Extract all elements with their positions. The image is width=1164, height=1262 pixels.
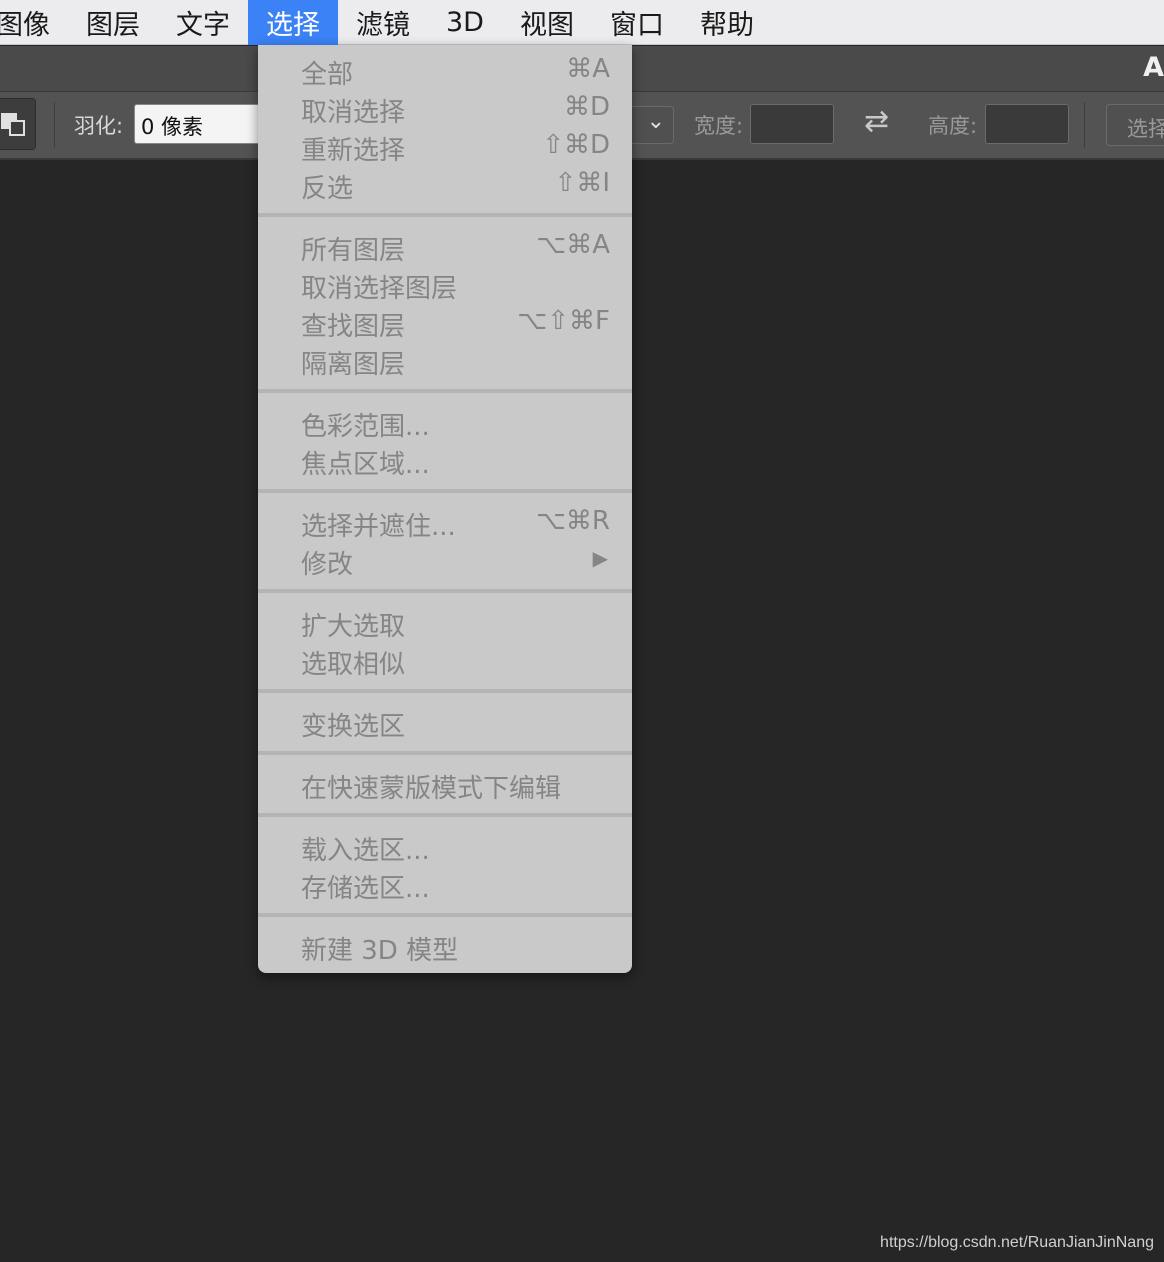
menu-item-grow[interactable]: 扩大选取 — [258, 602, 632, 642]
menu-item-label: 隔离图层 — [301, 350, 406, 380]
menu-item-label: 变换选区 — [301, 712, 406, 742]
menu-filter[interactable]: 滤镜 — [338, 0, 428, 45]
menu-separator — [258, 751, 632, 755]
selection-square-front — [9, 120, 25, 136]
width-label: 宽度: — [694, 114, 744, 138]
menu-separator — [258, 389, 632, 393]
menu-item-deselect-layers[interactable]: 取消选择图层 — [258, 264, 632, 304]
menu-separator — [258, 813, 632, 817]
menu-select[interactable]: 选择 — [248, 0, 338, 45]
app-title: A — [1143, 52, 1164, 83]
menu-item-all-layers[interactable]: 所有图层 ⌥⌘A — [258, 226, 632, 266]
menu-help[interactable]: 帮助 — [682, 0, 772, 45]
menu-item-label: 全部 — [301, 60, 354, 90]
selection-mode-icon[interactable] — [0, 98, 36, 150]
menu-item-label: 存储选区... — [301, 874, 430, 904]
menu-item-label: 色彩范围... — [301, 412, 430, 442]
menu-window[interactable]: 窗口 — [592, 0, 682, 45]
menu-item-modify[interactable]: 修改 ▶ — [258, 540, 632, 580]
menu-item-label: 选取相似 — [301, 650, 406, 680]
menu-item-save-selection[interactable]: 存储选区... — [258, 864, 632, 904]
menu-item-quick-mask[interactable]: 在快速蒙版模式下编辑 — [258, 764, 632, 804]
menu-item-inverse[interactable]: 反选 ⇧⌘I — [258, 164, 632, 204]
menu-item-load-selection[interactable]: 载入选区... — [258, 826, 632, 866]
menu-separator — [258, 589, 632, 593]
menu-item-reselect[interactable]: 重新选择 ⇧⌘D — [258, 126, 632, 166]
menu-item-label: 反选 — [301, 174, 354, 204]
watermark-url: https://blog.csdn.net/RuanJianJinNang — [880, 1234, 1154, 1251]
menu-item-select-and-mask[interactable]: 选择并遮住... ⌥⌘R — [258, 502, 632, 542]
swap-arrows-icon[interactable]: ⇄ — [864, 104, 889, 139]
menu-type[interactable]: 文字 — [158, 0, 248, 45]
chevron-down-icon: ⌄ — [646, 109, 665, 134]
menu-view[interactable]: 视图 — [502, 0, 592, 45]
menu-layer[interactable]: 图层 — [68, 0, 158, 45]
menu-item-color-range[interactable]: 色彩范围... — [258, 402, 632, 442]
menu-item-similar[interactable]: 选取相似 — [258, 640, 632, 680]
menu-item-shortcut: ⌘D — [563, 92, 610, 122]
menu-item-label: 取消选择 — [301, 98, 406, 128]
menu-item-shortcut: ⇧⌘D — [542, 130, 610, 160]
menu-item-shortcut: ⌥⌘R — [535, 506, 610, 536]
menu-item-shortcut: ⌥⇧⌘F — [517, 306, 610, 336]
menu-item-shortcut: ⇧⌘I — [554, 168, 610, 198]
feather-label: 羽化: — [74, 114, 124, 138]
menu-item-find-layers[interactable]: 查找图层 ⌥⇧⌘F — [258, 302, 632, 342]
height-label: 高度: — [928, 114, 978, 138]
submenu-arrow-icon: ▶ — [592, 546, 608, 570]
menu-item-shortcut: ⌘A — [566, 54, 610, 84]
feather-input[interactable]: 0 像素 — [134, 104, 274, 144]
menu-3d[interactable]: 3D — [428, 0, 502, 45]
menu-item-label: 取消选择图层 — [301, 274, 458, 304]
menu-bar: 图像 图层 文字 选择 滤镜 3D 视图 窗口 帮助 — [0, 0, 1164, 45]
menu-separator — [258, 213, 632, 217]
height-input[interactable] — [985, 104, 1069, 144]
toolbar-divider — [1084, 102, 1085, 148]
menu-item-shortcut: ⌥⌘A — [536, 230, 610, 260]
menu-item-transform-selection[interactable]: 变换选区 — [258, 702, 632, 742]
menu-item-isolate-layers[interactable]: 隔离图层 — [258, 340, 632, 380]
menu-item-label: 重新选择 — [301, 136, 406, 166]
menu-item-label: 焦点区域... — [301, 450, 430, 480]
width-input[interactable] — [750, 104, 834, 144]
menu-item-label: 修改 — [301, 550, 354, 580]
menu-item-new-3d-model[interactable]: 新建 3D 模型 — [258, 926, 632, 966]
menu-item-label: 新建 3D 模型 — [301, 936, 459, 966]
menu-item-focus-area[interactable]: 焦点区域... — [258, 440, 632, 480]
toolbar-divider — [54, 102, 55, 148]
menu-image[interactable]: 图像 — [0, 0, 68, 45]
menu-item-label: 载入选区... — [301, 836, 430, 866]
menu-item-all[interactable]: 全部 ⌘A — [258, 50, 632, 90]
select-menu-dropdown: 全部 ⌘A 取消选择 ⌘D 重新选择 ⇧⌘D 反选 ⇧⌘I 所有图层 ⌥⌘A 取… — [258, 45, 632, 973]
menu-item-label: 所有图层 — [301, 236, 406, 266]
menu-item-label: 选择并遮住... — [301, 512, 456, 542]
menu-item-label: 查找图层 — [301, 312, 406, 342]
menu-item-deselect[interactable]: 取消选择 ⌘D — [258, 88, 632, 128]
menu-separator — [258, 489, 632, 493]
menu-item-label: 在快速蒙版模式下编辑 — [301, 774, 562, 804]
select-and-mask-button[interactable]: 选择 — [1106, 104, 1164, 146]
menu-item-label: 扩大选取 — [301, 612, 406, 642]
menu-separator — [258, 689, 632, 693]
menu-separator — [258, 913, 632, 917]
